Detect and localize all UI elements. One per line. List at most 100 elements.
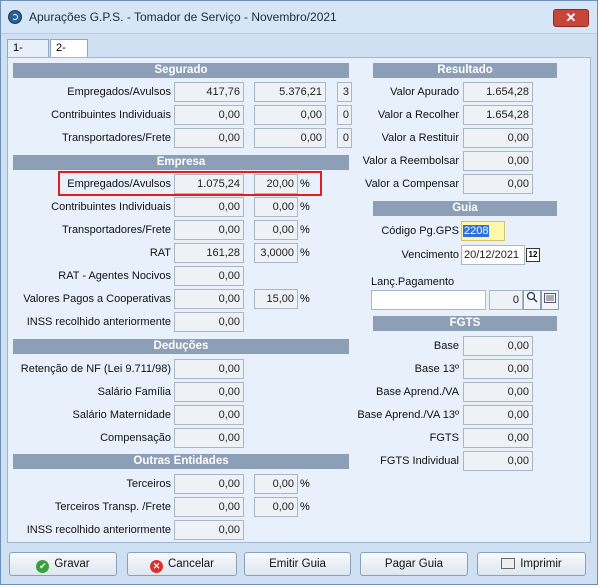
empresa-rat-nocivos-label: RAT - Agentes Nocivos bbox=[58, 270, 171, 282]
fgts-base-aprend13-value[interactable]: 0,00 bbox=[463, 405, 533, 425]
cancelar-button-label: Cancelar bbox=[167, 558, 215, 570]
fgts-individual-label: FGTS Individual bbox=[380, 455, 459, 467]
guia-vencimento-label: Vencimento bbox=[401, 249, 459, 261]
section-fgts-header: FGTS bbox=[373, 316, 557, 331]
guia-lanc-number-input[interactable]: 0 bbox=[489, 290, 523, 310]
empresa-empregados-value[interactable]: 1.075,24 bbox=[174, 174, 244, 194]
imprimir-button-label: Imprimir bbox=[520, 558, 562, 570]
check-circle-icon: ✔ bbox=[36, 560, 50, 573]
segurado-contribuintes-label: Contribuintes Individuais bbox=[51, 109, 171, 121]
cancelar-button[interactable]: ✕ Cancelar bbox=[127, 552, 237, 576]
resultado-recolher-label: Valor a Recolher bbox=[377, 109, 459, 121]
deducoes-compensacao-value[interactable]: 0,00 bbox=[174, 428, 244, 448]
section-empresa-header: Empresa bbox=[13, 155, 349, 170]
fgts-base-aprend13-label: Base Aprend./VA 13º bbox=[357, 409, 459, 421]
empresa-transportadores-unit: % bbox=[300, 224, 310, 236]
resultado-recolher-value[interactable]: 1.654,28 bbox=[463, 105, 533, 125]
imprimir-button[interactable]: Imprimir bbox=[477, 552, 586, 576]
empresa-rat-unit: % bbox=[300, 247, 310, 259]
deducoes-retencao-value[interactable]: 0,00 bbox=[174, 359, 244, 379]
resultado-compensar-value[interactable]: 0,00 bbox=[463, 174, 533, 194]
deducoes-compensacao-label: Compensação bbox=[100, 432, 171, 444]
resultado-reembolsar-value[interactable]: 0,00 bbox=[463, 151, 533, 171]
section-deducoes-header: Deduções bbox=[13, 339, 349, 354]
outras-terceiros-transp-rate[interactable]: 0,00 bbox=[254, 497, 298, 517]
outras-terceiros-transp-value[interactable]: 0,00 bbox=[174, 497, 244, 517]
empresa-transportadores-value[interactable]: 0,00 bbox=[174, 220, 244, 240]
guia-lanc-label: Lanç.Pagamento bbox=[371, 276, 455, 288]
close-button[interactable]: ✕ bbox=[553, 9, 589, 27]
search-icon bbox=[526, 291, 538, 303]
empresa-empregados-rate[interactable]: 20,00 bbox=[254, 174, 298, 194]
resultado-apurado-value[interactable]: 1.654,28 bbox=[463, 82, 533, 102]
outras-terceiros-value[interactable]: 0,00 bbox=[174, 474, 244, 494]
app-icon bbox=[8, 10, 22, 24]
fgts-individual-value[interactable]: 0,00 bbox=[463, 451, 533, 471]
fgts-base-aprend-label: Base Aprend./VA bbox=[376, 386, 459, 398]
empresa-cooperativas-rate[interactable]: 15,00 bbox=[254, 289, 298, 309]
list-button[interactable] bbox=[541, 290, 559, 310]
empresa-contribuintes-rate[interactable]: 0,00 bbox=[254, 197, 298, 217]
empresa-cooperativas-value[interactable]: 0,00 bbox=[174, 289, 244, 309]
segurado-contribuintes-base[interactable]: 0,00 bbox=[174, 105, 244, 125]
gravar-button[interactable]: ✔ Gravar bbox=[9, 552, 117, 576]
empresa-rat-label: RAT bbox=[149, 247, 171, 259]
guia-lanc-text-input[interactable] bbox=[371, 290, 486, 310]
list-icon bbox=[544, 293, 556, 303]
empresa-rat-nocivos-value[interactable]: 0,00 bbox=[174, 266, 244, 286]
segurado-transportadores-base[interactable]: 0,00 bbox=[174, 128, 244, 148]
x-circle-icon: ✕ bbox=[149, 560, 163, 573]
empresa-rat-value[interactable]: 161,28 bbox=[174, 243, 244, 263]
section-resultado-header: Resultado bbox=[373, 63, 557, 78]
resultado-apurado-label: Valor Apurado bbox=[390, 86, 459, 98]
outras-terceiros-unit: % bbox=[300, 478, 310, 490]
deducoes-salario-familia-label: Salário Família bbox=[97, 386, 171, 398]
search-button[interactable] bbox=[523, 290, 541, 310]
empresa-rat-rate[interactable]: 3,0000 bbox=[254, 243, 298, 263]
empresa-transportadores-rate[interactable]: 0,00 bbox=[254, 220, 298, 240]
outras-inss-anterior-value[interactable]: 0,00 bbox=[174, 520, 244, 540]
deducoes-salario-familia-value[interactable]: 0,00 bbox=[174, 382, 244, 402]
resultado-reembolsar-label: Valor a Reembolsar bbox=[362, 155, 459, 167]
fgts-base13-value[interactable]: 0,00 bbox=[463, 359, 533, 379]
emitir-guia-button[interactable]: Emitir Guia bbox=[244, 552, 351, 576]
segurado-contribuintes-value[interactable]: 0,00 bbox=[254, 105, 326, 125]
empresa-contribuintes-unit: % bbox=[300, 201, 310, 213]
empresa-transportadores-label: Transportadores/Frete bbox=[61, 224, 171, 236]
fgts-base-label: Base bbox=[433, 340, 459, 352]
window-title: Apurações G.P.S. - Tomador de Serviço - … bbox=[29, 10, 337, 24]
empresa-contribuintes-value[interactable]: 0,00 bbox=[174, 197, 244, 217]
outras-terceiros-rate[interactable]: 0,00 bbox=[254, 474, 298, 494]
outras-terceiros-transp-unit: % bbox=[300, 501, 310, 513]
section-outras-header: Outras Entidades bbox=[13, 454, 349, 469]
title-bar: Apurações G.P.S. - Tomador de Serviço - … bbox=[1, 1, 597, 34]
tab-gps[interactable]: 2-GPS bbox=[50, 39, 88, 70]
fgts-base-aprend-value[interactable]: 0,00 bbox=[463, 382, 533, 402]
resultado-restituir-value[interactable]: 0,00 bbox=[463, 128, 533, 148]
fgts-base-value[interactable]: 0,00 bbox=[463, 336, 533, 356]
segurado-empregados-base[interactable]: 417,76 bbox=[174, 82, 244, 102]
gravar-button-label: Gravar bbox=[54, 558, 90, 570]
resultado-compensar-label: Valor a Compensar bbox=[365, 178, 459, 190]
segurado-empregados-value[interactable]: 5.376,21 bbox=[254, 82, 326, 102]
section-segurado-header: Segurado bbox=[13, 63, 349, 78]
tab-sefip[interactable]: 1-Sefip bbox=[7, 39, 49, 70]
empresa-contribuintes-label: Contribuintes Individuais bbox=[51, 201, 171, 213]
empresa-inss-anterior-label: INSS recolhido anteriormente bbox=[26, 316, 171, 328]
printer-icon bbox=[501, 558, 516, 569]
outras-terceiros-transp-label: Terceiros Transp. /Frete bbox=[54, 501, 171, 513]
segurado-transportadores-value[interactable]: 0,00 bbox=[254, 128, 326, 148]
window: Apurações G.P.S. - Tomador de Serviço - … bbox=[0, 0, 598, 585]
empresa-inss-anterior-value[interactable]: 0,00 bbox=[174, 312, 244, 332]
guia-vencimento-input[interactable]: 20/12/2021 bbox=[461, 245, 525, 265]
deducoes-salario-maternidade-value[interactable]: 0,00 bbox=[174, 405, 244, 425]
segurado-transportadores-label: Transportadores/Frete bbox=[61, 132, 171, 144]
deducoes-salario-maternidade-label: Salário Maternidade bbox=[72, 409, 171, 421]
fgts-fgts-value[interactable]: 0,00 bbox=[463, 428, 533, 448]
deducoes-retencao-label: Retenção de NF (Lei 9.711/98) bbox=[20, 363, 171, 375]
pagar-guia-button[interactable]: Pagar Guia bbox=[360, 552, 468, 576]
section-guia-header: Guia bbox=[373, 201, 557, 216]
guia-codigo-input[interactable]: 2208 bbox=[461, 221, 505, 241]
fgts-base13-label: Base 13º bbox=[414, 363, 459, 375]
calendar-icon[interactable]: 12 bbox=[526, 248, 540, 262]
